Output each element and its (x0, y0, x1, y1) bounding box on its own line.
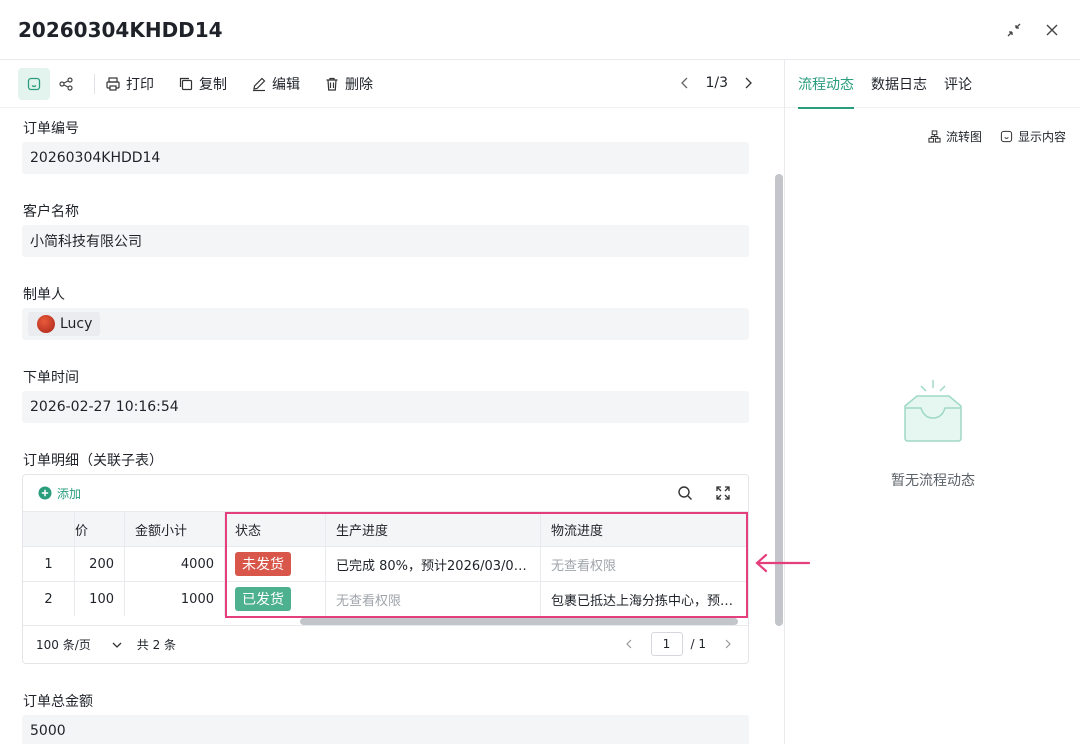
order-no-field: 20260304KHDD14 (22, 142, 749, 174)
order-time-field: 2026-02-27 10:16:54 (22, 391, 749, 423)
record-pager: 1/3 (679, 75, 754, 91)
toolbar-divider (94, 73, 95, 94)
side-panel: 流程动态 数据日志 评论 流转图 显示内容 暂无流程动态 (784, 60, 1080, 744)
user-chip[interactable]: Lucy (28, 312, 101, 336)
creator-name: Lucy (60, 316, 93, 332)
order-no-label: 订单编号 (23, 121, 79, 137)
col-amount-header: 金额小计 (125, 512, 225, 546)
record-form: 订单编号 20260304KHDD14 客户名称 小简科技有限公司 制单人 Lu… (0, 108, 784, 744)
add-row-button[interactable]: 添加 (38, 485, 81, 502)
total-count: 共 2 条 (136, 638, 177, 652)
content-icon (1000, 130, 1013, 143)
chevron-down-icon (112, 642, 122, 648)
prev-record-icon[interactable] (679, 76, 691, 90)
printer-icon (106, 76, 120, 91)
order-time-label: 下单时间 (23, 370, 79, 386)
pencil-icon (253, 77, 266, 91)
status-badge: 已发货 (235, 587, 291, 611)
row-index: 2 (23, 582, 75, 616)
total-amount-label: 订单总金额 (23, 694, 93, 710)
tab-comments[interactable]: 评论 (944, 60, 972, 108)
subtable-grid: 价 金额小计 状态 生产进度 物流进度 1 200 4000 未发货 已完成 8… (23, 511, 748, 616)
col-price-header: 价 (75, 512, 125, 546)
modal-header: 20260304KHDD14 (0, 0, 1080, 60)
table-row[interactable]: 2 100 1000 已发货 无查看权限 包裹已抵达上海分拣中心，预计… (23, 581, 748, 616)
record-title: 20260304KHDD14 (18, 17, 223, 42)
print-button[interactable]: 打印 (105, 74, 154, 94)
row-amount: 4000 (125, 547, 225, 581)
col-logistics-header: 物流进度 (551, 523, 604, 539)
expand-icon[interactable] (715, 485, 731, 501)
left-arrow-annotation (755, 553, 811, 573)
next-record-icon[interactable] (742, 76, 754, 90)
page-input[interactable]: 1 (650, 632, 683, 656)
total-amount-field: 5000 (22, 715, 749, 744)
trash-icon (326, 77, 338, 91)
plus-circle-icon (38, 486, 52, 500)
table-header-row: 价 金额小计 状态 生产进度 物流进度 (23, 511, 748, 546)
share-icon (59, 76, 73, 91)
row-production: 无查看权限 (326, 582, 541, 616)
collapse-icon[interactable] (1004, 20, 1024, 40)
row-status: 未发货 (225, 547, 326, 581)
col-production-header: 生产进度 (326, 512, 541, 546)
logistics-text: 包裹已抵达上海分拣中心，预计… (551, 593, 738, 609)
search-icon[interactable] (677, 485, 693, 501)
toolbar: 打印 复制 编辑 删除 1/3 (0, 60, 784, 108)
pager-text: 1/3 (705, 75, 728, 91)
tab-data-log[interactable]: 数据日志 (871, 60, 927, 108)
customer-field: 小简科技有限公司 (22, 225, 749, 257)
avatar (37, 315, 55, 333)
creator-label: 制单人 (23, 287, 65, 303)
production-text: 已完成 80%，预计2026/03/02… (336, 558, 530, 574)
close-icon[interactable] (1042, 20, 1062, 40)
row-price: 100 (75, 582, 125, 616)
row-logistics: 包裹已抵达上海分拣中心，预计… (541, 582, 748, 616)
show-content-button[interactable]: 显示内容 (1000, 128, 1066, 145)
row-amount: 1000 (125, 582, 225, 616)
row-status: 已发货 (225, 582, 326, 616)
empty-state: 暂无流程动态 (785, 378, 1080, 490)
edit-button[interactable]: 编辑 (251, 74, 300, 94)
order-detail-subtable: 添加 价 金额小计 状态 生产进度 物流进度 1 200 4000 未发货 已完… (22, 474, 749, 664)
col-status-header: 状态 (225, 512, 326, 546)
row-price: 200 (75, 547, 125, 581)
flow-chart-button[interactable]: 流转图 (928, 128, 982, 145)
table-row[interactable]: 1 200 4000 未发货 已完成 80%，预计2026/03/02… 无查看… (23, 546, 748, 581)
empty-inbox-icon (904, 380, 962, 442)
status-badge: 未发货 (235, 552, 291, 576)
subtable-footer: 100 条/页 共 2 条 1 / 1 (23, 625, 748, 663)
order-detail-label: 订单明细（关联子表） (23, 453, 163, 469)
row-production: 已完成 80%，预计2026/03/02… (326, 547, 541, 581)
next-page-icon[interactable] (722, 638, 734, 650)
row-index: 1 (23, 547, 75, 581)
form-view-icon (27, 77, 41, 90)
prev-page-icon[interactable] (623, 638, 635, 650)
page-size-select[interactable]: 100 条/页 (36, 636, 123, 653)
empty-state-text: 暂无流程动态 (891, 473, 975, 489)
horizontal-scrollbar[interactable] (300, 618, 738, 625)
row-logistics: 无查看权限 (551, 558, 617, 574)
subtable-pagination: 1 / 1 (623, 632, 735, 656)
page-total: / 1 (690, 637, 707, 651)
customer-label: 客户名称 (23, 204, 79, 220)
flowchart-icon (928, 130, 941, 143)
tab-process-activity[interactable]: 流程动态 (798, 60, 854, 109)
creator-field: Lucy (22, 308, 749, 340)
form-view-button[interactable] (18, 67, 50, 100)
delete-button[interactable]: 删除 (324, 74, 373, 94)
col-index-header (23, 512, 75, 546)
side-tabs: 流程动态 数据日志 评论 (785, 60, 1080, 109)
share-button[interactable] (50, 68, 82, 100)
copy-button[interactable]: 复制 (178, 74, 227, 94)
copy-icon (179, 77, 193, 90)
